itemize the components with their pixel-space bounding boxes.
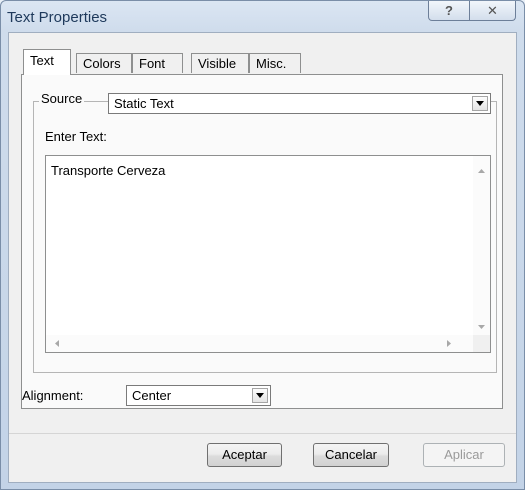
enter-text-area[interactable]: Transporte Cerveza bbox=[45, 155, 491, 353]
cancel-button[interactable]: Cancelar bbox=[313, 443, 389, 467]
source-value: Static Text bbox=[114, 96, 174, 111]
vertical-scrollbar[interactable] bbox=[473, 156, 490, 337]
dropdown-arrow-icon[interactable] bbox=[472, 96, 488, 111]
scroll-left-icon[interactable] bbox=[48, 335, 65, 352]
tab-colors[interactable]: Colors bbox=[76, 53, 132, 73]
scroll-up-icon[interactable] bbox=[473, 162, 490, 179]
apply-button[interactable]: Aplicar bbox=[423, 443, 505, 467]
scroll-right-icon[interactable] bbox=[440, 335, 457, 352]
tab-text[interactable]: Text bbox=[23, 49, 71, 75]
alignment-value: Center bbox=[132, 388, 172, 403]
tab-misc[interactable]: Misc. bbox=[249, 53, 301, 73]
help-icon: ? bbox=[445, 3, 453, 18]
caption-buttons: ? ✕ bbox=[428, 1, 516, 21]
dropdown-arrow-icon[interactable] bbox=[252, 388, 268, 403]
close-button[interactable]: ✕ bbox=[470, 1, 516, 21]
source-label: Source bbox=[39, 91, 85, 106]
close-icon: ✕ bbox=[487, 2, 498, 18]
scrollbar-corner bbox=[473, 335, 490, 352]
enter-text-value: Transporte Cerveza bbox=[51, 163, 166, 178]
button-separator bbox=[9, 433, 516, 434]
ok-button[interactable]: Aceptar bbox=[207, 443, 282, 467]
enter-text-label: Enter Text: bbox=[45, 129, 107, 144]
tab-font[interactable]: Font bbox=[132, 53, 183, 73]
source-select[interactable]: Static Text bbox=[108, 93, 491, 114]
window-title: Text Properties bbox=[7, 9, 108, 26]
help-button[interactable]: ? bbox=[428, 1, 470, 21]
alignment-label: Alignment: bbox=[22, 388, 84, 403]
tab-visible[interactable]: Visible bbox=[191, 53, 249, 73]
alignment-select[interactable]: Center bbox=[126, 385, 271, 406]
horizontal-scrollbar[interactable] bbox=[46, 335, 475, 352]
scroll-down-icon[interactable] bbox=[473, 318, 490, 335]
dialog-client-area: Text Colors Font Visible Misc. Source St… bbox=[8, 32, 517, 483]
